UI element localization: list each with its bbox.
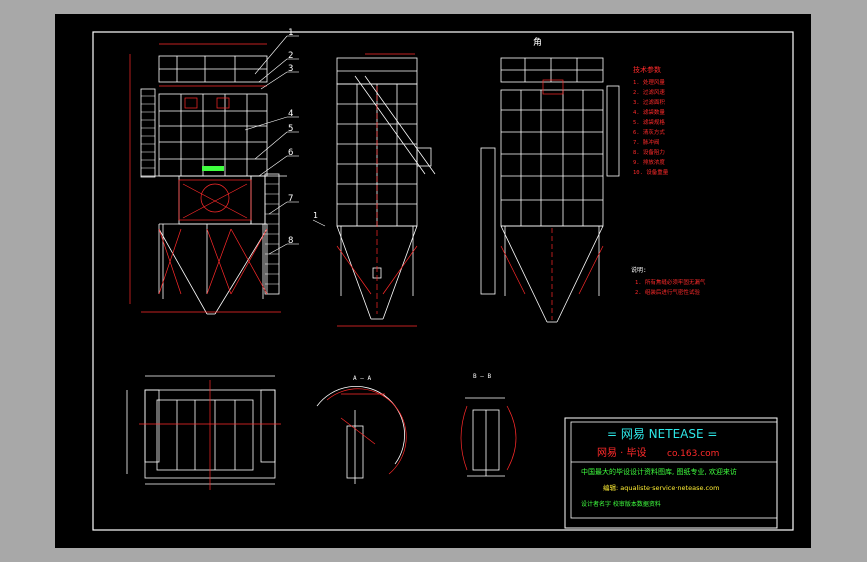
section-a-a — [316, 386, 405, 484]
tech-param-row: 4. 滤袋数量 — [633, 108, 665, 116]
part-number-3: 3 — [288, 64, 293, 74]
view-arrow — [312, 219, 326, 227]
part-number-5: 5 — [288, 124, 293, 134]
tech-params: 技术参数 1. 处理风量 2. 过滤风速 3. 过滤面积 4. 滤袋数量 5. … — [633, 65, 669, 176]
tech-param-row: 5. 滤袋规格 — [633, 118, 665, 126]
tech-param-row: 3. 过滤面积 — [633, 98, 665, 106]
title-block-brand: = 网易 NETEASE = — [607, 427, 717, 441]
green-marker — [202, 166, 224, 171]
plan-view-red — [139, 380, 281, 490]
front-view-red-details — [129, 43, 281, 313]
section-a-a-red — [326, 388, 407, 475]
part-number-6: 6 — [288, 148, 293, 158]
right-view-label: 角 — [533, 36, 542, 48]
notes-heading: 说明: — [631, 266, 647, 274]
part-number-4: 4 — [288, 109, 293, 119]
side-view — [336, 57, 436, 320]
section-a-label: A — A — [353, 375, 371, 382]
part-number-7: 7 — [288, 194, 293, 204]
tech-params-heading: 技术参数 — [633, 65, 661, 74]
cad-drawing-canvas: 1 2 3 4 5 6 7 8 1 角 技术参数 1. 处理风量 2. 过滤风速… — [92, 28, 794, 531]
tech-param-row: 7. 脉冲阀 — [633, 138, 659, 146]
part-number-1: 1 — [288, 28, 293, 38]
plan-view — [126, 375, 276, 485]
section-b-b — [465, 397, 505, 477]
part-number-8: 8 — [288, 236, 293, 246]
notes: 说明: 1. 所有焦缝必须牢固无漏气 2. 组装后进行气密性试验 — [631, 266, 706, 296]
tech-param-row: 9. 排放浓度 — [633, 158, 665, 166]
title-block-tagline: 中国最大的毕设设计资料图库, 图纸专业, 欢迎来访 — [581, 467, 737, 476]
tech-param-row: 8. 设备阻力 — [633, 148, 665, 156]
drawing-sheet: 1 2 3 4 5 6 7 8 1 角 技术参数 1. 处理风量 2. 过滤风速… — [55, 14, 811, 548]
tech-param-row: 6. 清灰方式 — [633, 128, 665, 136]
title-block-brand-cn: 网易 · 毕设 — [597, 446, 647, 459]
part-number-2: 2 — [288, 51, 293, 61]
title-block-footer: 设计者名字 校审版本数据资料 — [581, 500, 661, 508]
tech-param-row: 1. 处理风量 — [633, 78, 665, 86]
title-block-editor: 编辑: aqualiste·service·netease.com — [603, 483, 719, 492]
title-block-url: co.163.com — [667, 449, 719, 459]
tech-param-row: 10. 设备重量 — [633, 168, 669, 176]
note-line: 2. 组装后进行气密性试验 — [635, 288, 700, 296]
section-b-b-red — [460, 405, 517, 471]
section-b-label: B — B — [473, 373, 491, 380]
view-arrow-label: 1 — [313, 211, 318, 220]
note-line: 1. 所有焦缝必须牢固无漏气 — [635, 278, 706, 286]
right-view — [480, 57, 620, 323]
title-block: = 网易 NETEASE = 网易 · 毕设 co.163.com 中国最大的毕… — [564, 417, 778, 529]
tech-param-row: 2. 过滤风速 — [633, 88, 665, 96]
